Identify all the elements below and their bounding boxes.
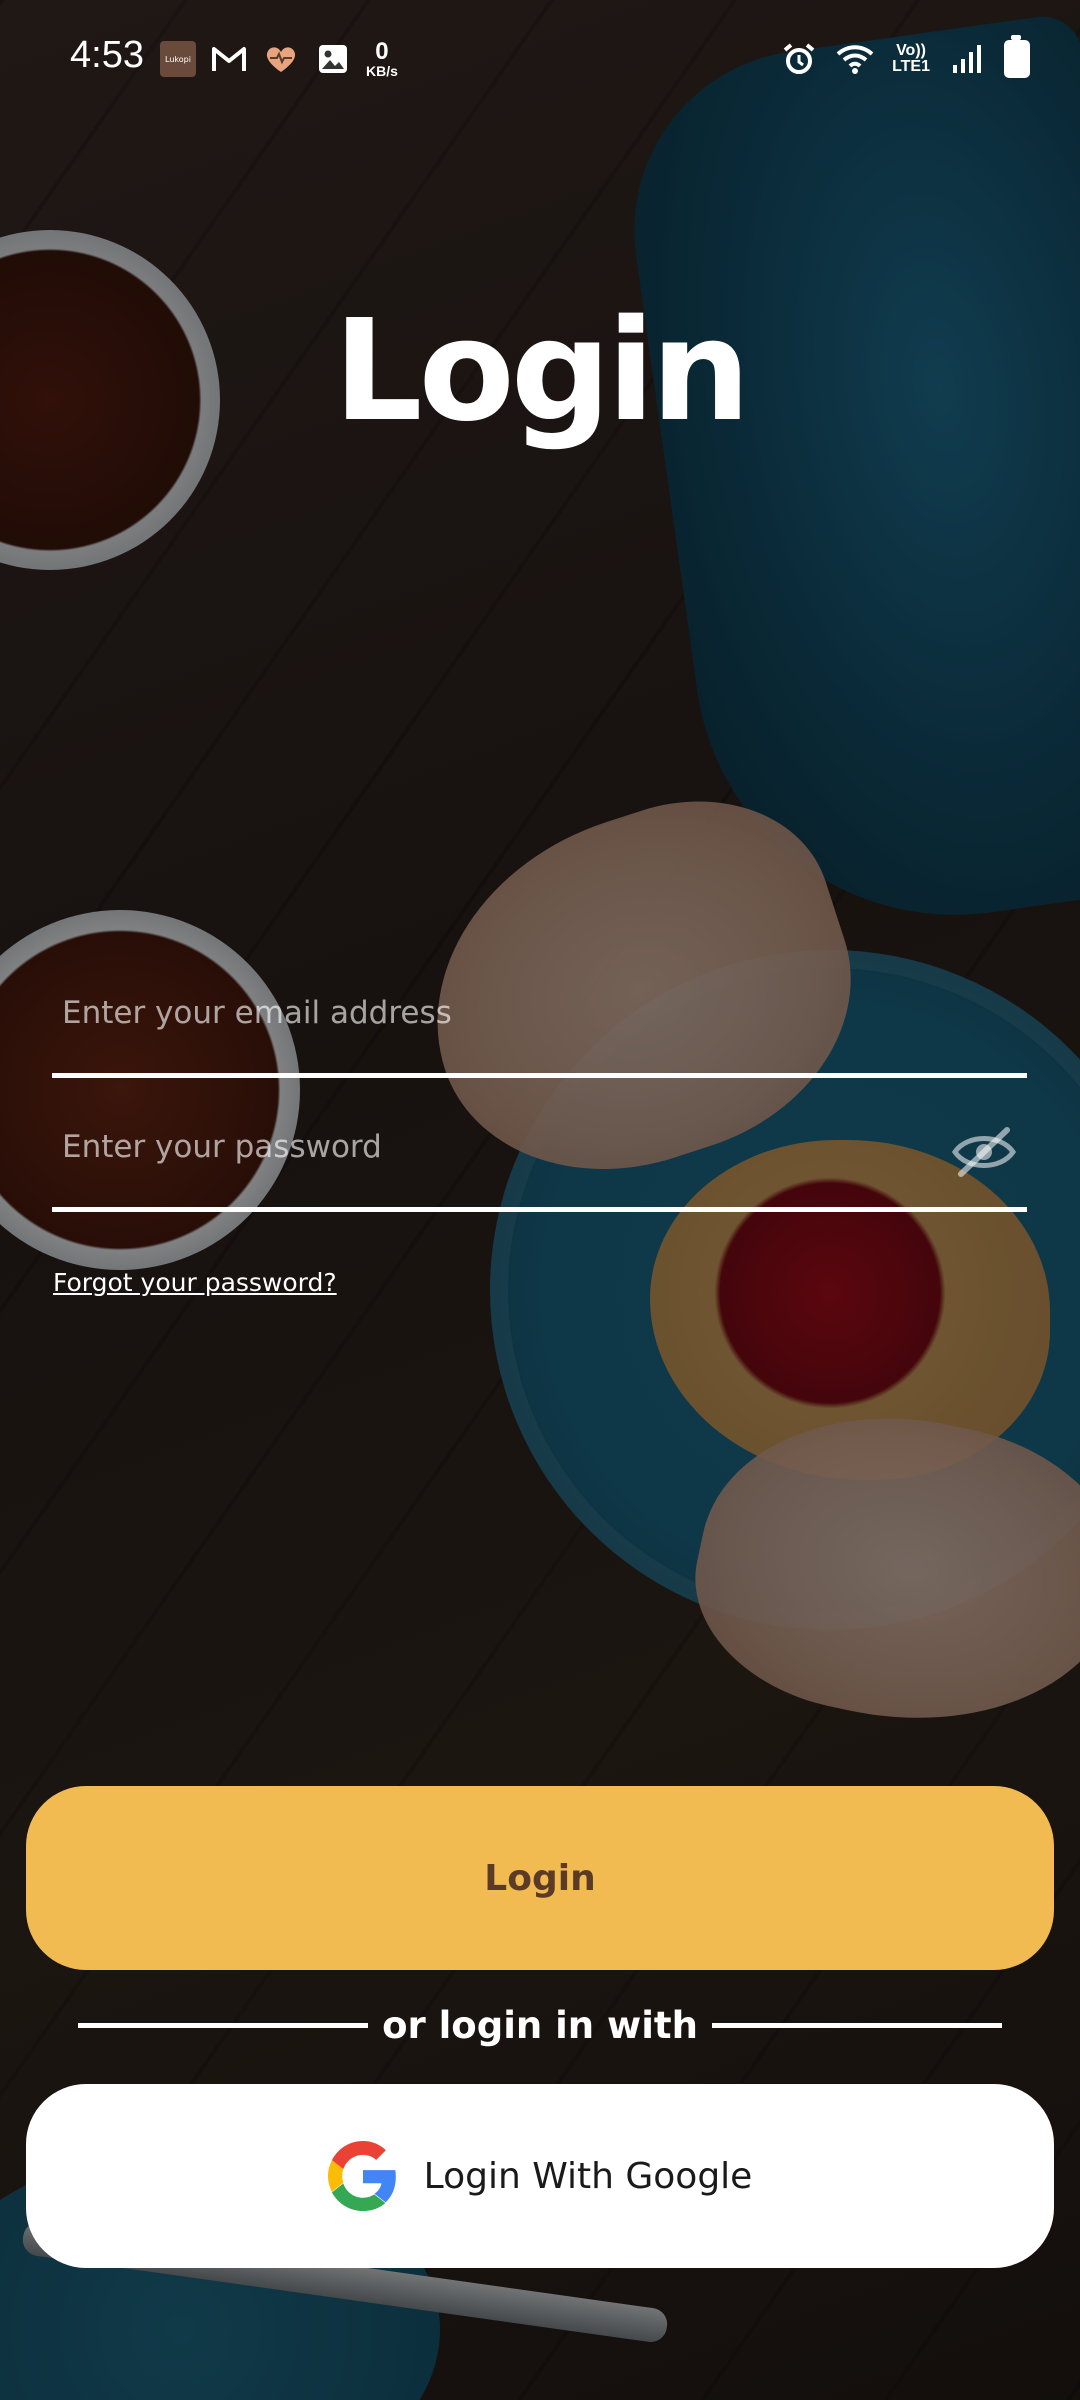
system-icons: Vo)) LTE1 [780,35,1030,78]
network-type-lte: LTE1 [892,58,930,75]
gallery-icon [314,40,352,78]
password-visibility-toggle-icon[interactable] [949,1122,1019,1182]
battery-icon [1004,35,1030,78]
notification-icons: Lukopi 0 KB/s [160,40,398,78]
divider-line-left [78,2022,369,2028]
login-button[interactable]: Login [26,1786,1054,1970]
network-speed-value: 0 [375,38,389,65]
email-field-container [52,958,1027,1078]
google-login-button[interactable]: Login With Google [26,2084,1054,2268]
network-speed-unit: KB/s [366,63,398,79]
signal-icon [948,40,986,78]
wifi-icon [836,40,874,78]
page-title: Login [333,290,750,453]
divider-text: or login in with [382,2003,698,2047]
network-speed: 0 KB/s [366,38,398,79]
forgot-password-link[interactable]: Forgot your password? [53,1268,337,1297]
gmail-icon [210,40,248,78]
login-button-label: Login [484,1857,596,1899]
password-underline [52,1207,1027,1212]
health-heart-icon [262,40,300,78]
app-notification-icon: Lukopi [160,41,196,77]
email-underline [52,1073,1027,1078]
status-bar: 4:53 Lukopi 0 KB/s Vo)) LTE1 [0,0,1080,120]
network-type: Vo)) LTE1 [892,43,930,75]
google-login-label: Login With Google [423,2155,753,2197]
email-input[interactable] [52,958,1027,1068]
social-login-divider: or login in with [78,1995,1002,2055]
google-icon [327,2141,398,2211]
password-field-container [52,1092,1027,1212]
status-time: 4:53 [70,34,144,76]
network-type-volte: Vo)) [896,42,926,59]
alarm-icon [780,40,818,78]
divider-line-right [711,2022,1002,2028]
password-input[interactable] [52,1092,1027,1202]
